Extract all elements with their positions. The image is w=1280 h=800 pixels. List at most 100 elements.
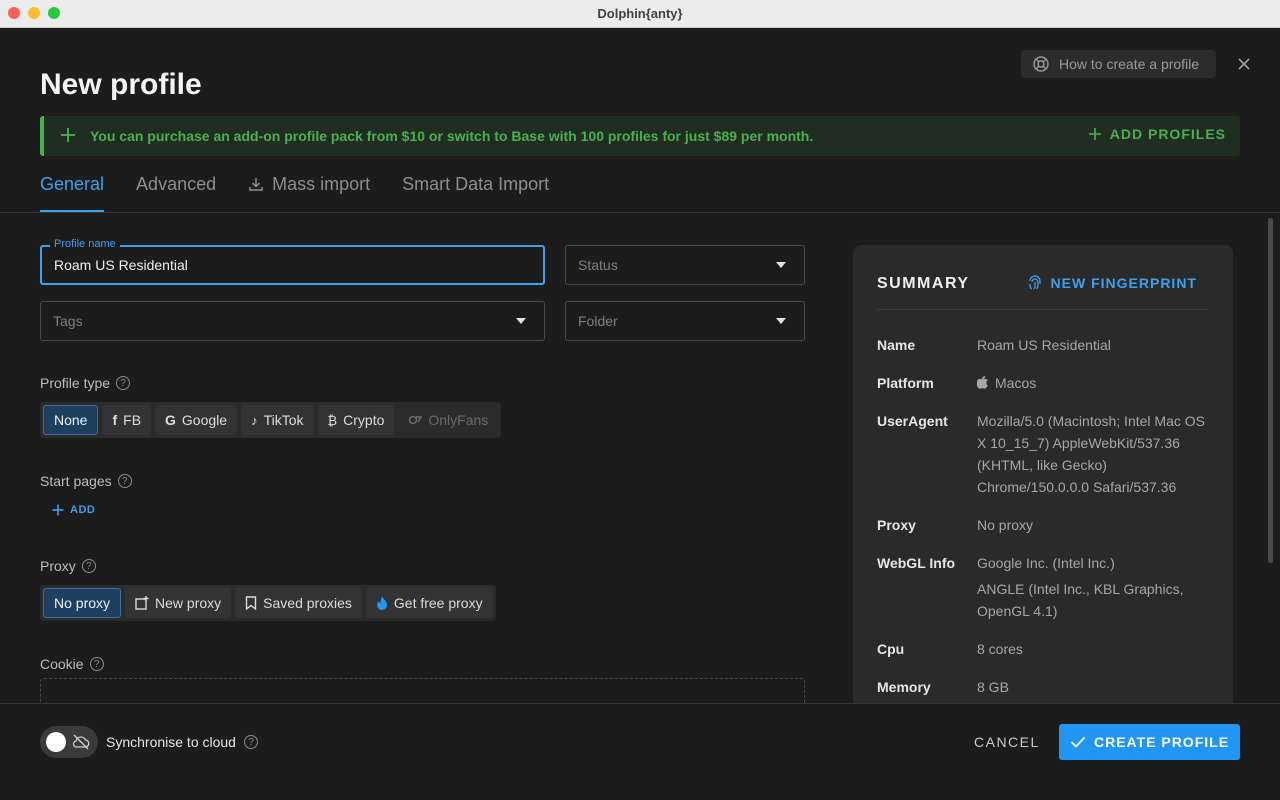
- profile-type-none[interactable]: None: [43, 405, 99, 435]
- summary-row-proxy: Proxy No proxy: [877, 514, 1217, 536]
- summary-value: Macos: [976, 372, 1217, 394]
- summary-value: 8 GB: [977, 679, 1009, 695]
- summary-row-useragent: UserAgent Mozilla/5.0 (Macintosh; Intel …: [877, 410, 1217, 498]
- bookmark-icon: [245, 596, 257, 610]
- summary-value: Mozilla/5.0 (Macintosh; Intel Mac OS X 1…: [977, 413, 1205, 495]
- status-select[interactable]: Status: [565, 245, 805, 285]
- banner-message: You can purchase an add-on profile pack …: [90, 128, 814, 144]
- new-window-icon: [135, 596, 149, 610]
- tab-label: General: [40, 174, 105, 194]
- bitcoin-icon: ₿: [327, 412, 338, 428]
- proxy-get-free[interactable]: Get free proxy: [365, 588, 493, 618]
- tab-label: Mass import: [272, 174, 371, 194]
- tab-label: Advanced: [136, 174, 217, 194]
- profile-type-onlyfans[interactable]: OnlyFans: [398, 405, 498, 435]
- help-button-label: How to create a profile: [1059, 56, 1200, 72]
- add-profiles-button[interactable]: ADD PROFILES: [1088, 126, 1226, 142]
- upgrade-banner: You can purchase an add-on profile pack …: [40, 116, 1240, 156]
- plus-icon: [52, 504, 64, 516]
- proxy-label: Proxy ?: [40, 558, 96, 574]
- new-fingerprint-label: NEW FINGERPRINT: [1050, 275, 1197, 291]
- profile-type-fb[interactable]: f FB: [102, 405, 152, 435]
- webgl-vendor: Google Inc. (Intel Inc.): [977, 555, 1115, 571]
- tab-smart-data-import[interactable]: Smart Data Import: [402, 174, 549, 212]
- how-to-create-profile-button[interactable]: How to create a profile: [1021, 50, 1216, 78]
- folder-select[interactable]: Folder: [565, 301, 805, 341]
- apple-icon: [976, 376, 988, 389]
- section-label-text: Profile type: [40, 375, 111, 391]
- tags-select[interactable]: Tags: [40, 301, 545, 341]
- summary-title: SUMMARY: [877, 275, 970, 292]
- profile-name-value: Roam US Residential: [54, 257, 188, 273]
- option-label: None: [54, 412, 88, 428]
- option-label: Crypto: [343, 412, 385, 428]
- close-dialog-button[interactable]: [1234, 54, 1254, 74]
- option-label: Get free proxy: [393, 595, 483, 611]
- facebook-icon: f: [112, 412, 118, 428]
- option-label: FB: [123, 412, 142, 428]
- summary-divider: [877, 309, 1209, 310]
- add-start-page-button[interactable]: ADD: [52, 504, 95, 516]
- webgl-renderer: ANGLE (Intel Inc., KBL Graphics, OpenGL …: [977, 581, 1184, 619]
- help-icon[interactable]: ?: [81, 559, 96, 573]
- lifebuoy-icon: [1033, 56, 1049, 72]
- summary-key: Proxy: [877, 517, 916, 533]
- summary-row-platform: Platform Macos: [877, 372, 1217, 394]
- platform-value: Macos: [995, 375, 1037, 391]
- onlyfans-icon: [409, 415, 423, 425]
- caret-down-icon: [516, 318, 526, 324]
- flame-icon: [376, 596, 387, 610]
- tab-general[interactable]: General: [40, 174, 105, 212]
- cancel-button[interactable]: CANCEL: [974, 734, 1040, 750]
- proxy-saved[interactable]: Saved proxies: [235, 588, 362, 618]
- summary-key: WebGL Info: [877, 555, 956, 571]
- summary-row-name: Name Roam US Residential: [877, 334, 1217, 356]
- proxy-none[interactable]: No proxy: [43, 588, 122, 618]
- cookie-label: Cookie ?: [40, 656, 104, 672]
- profile-type-google[interactable]: G Google: [155, 405, 238, 435]
- add-label: ADD: [70, 504, 96, 516]
- download-icon: [249, 178, 263, 191]
- summary-key: Platform: [877, 375, 934, 391]
- profile-type-selector: None f FB G Google ♪ TikTok ₿ Crypto Onl…: [40, 402, 502, 438]
- help-icon[interactable]: ?: [116, 376, 131, 390]
- option-label: No proxy: [54, 595, 111, 611]
- start-pages-label: Start pages ?: [40, 473, 132, 489]
- help-icon[interactable]: ?: [243, 735, 258, 749]
- google-icon: G: [165, 412, 176, 428]
- option-label: New proxy: [155, 595, 222, 611]
- summary-panel: SUMMARY NEW FINGERPRINT Name Roam US Res…: [853, 245, 1233, 715]
- toggle-knob: [46, 732, 66, 752]
- help-icon[interactable]: ?: [117, 474, 132, 488]
- sync-label-text: Synchronise to cloud: [106, 734, 236, 750]
- section-label-text: Cookie: [40, 656, 84, 672]
- summary-key: UserAgent: [877, 413, 948, 429]
- fingerprint-icon: [1028, 275, 1041, 290]
- plus-icon: [1088, 128, 1101, 140]
- create-profile-button[interactable]: CREATE PROFILE: [1059, 724, 1240, 760]
- plus-icon: [61, 128, 75, 142]
- tab-label: Smart Data Import: [402, 174, 550, 194]
- profile-type-tiktok[interactable]: ♪ TikTok: [241, 405, 314, 435]
- proxy-new[interactable]: New proxy: [125, 588, 232, 618]
- help-icon[interactable]: ?: [89, 657, 104, 671]
- section-label-text: Start pages: [40, 473, 112, 489]
- sync-cloud-toggle[interactable]: [40, 726, 98, 758]
- new-fingerprint-button[interactable]: NEW FINGERPRINT: [1027, 275, 1197, 291]
- summary-key: Cpu: [877, 641, 905, 657]
- tab-mass-import[interactable]: Mass import: [248, 174, 370, 212]
- section-label-text: Proxy: [40, 558, 76, 574]
- summary-row-memory: Memory 8 GB: [877, 676, 1217, 698]
- sync-label: Synchronise to cloud ?: [106, 734, 258, 750]
- summary-value: Google Inc. (Intel Inc.) ANGLE (Intel In…: [977, 552, 1217, 622]
- summary-key: Memory: [877, 679, 931, 695]
- tab-advanced[interactable]: Advanced: [136, 174, 216, 212]
- create-profile-label: CREATE PROFILE: [1093, 734, 1230, 750]
- summary-value: Roam US Residential: [977, 337, 1111, 353]
- caret-down-icon: [776, 318, 786, 324]
- summary-row-cpu: Cpu 8 cores: [877, 638, 1217, 660]
- profile-type-crypto[interactable]: ₿ Crypto: [317, 405, 395, 435]
- summary-key: Name: [877, 337, 916, 353]
- profile-name-field[interactable]: Profile name Roam US Residential: [40, 238, 545, 285]
- scrollbar[interactable]: [1268, 218, 1273, 563]
